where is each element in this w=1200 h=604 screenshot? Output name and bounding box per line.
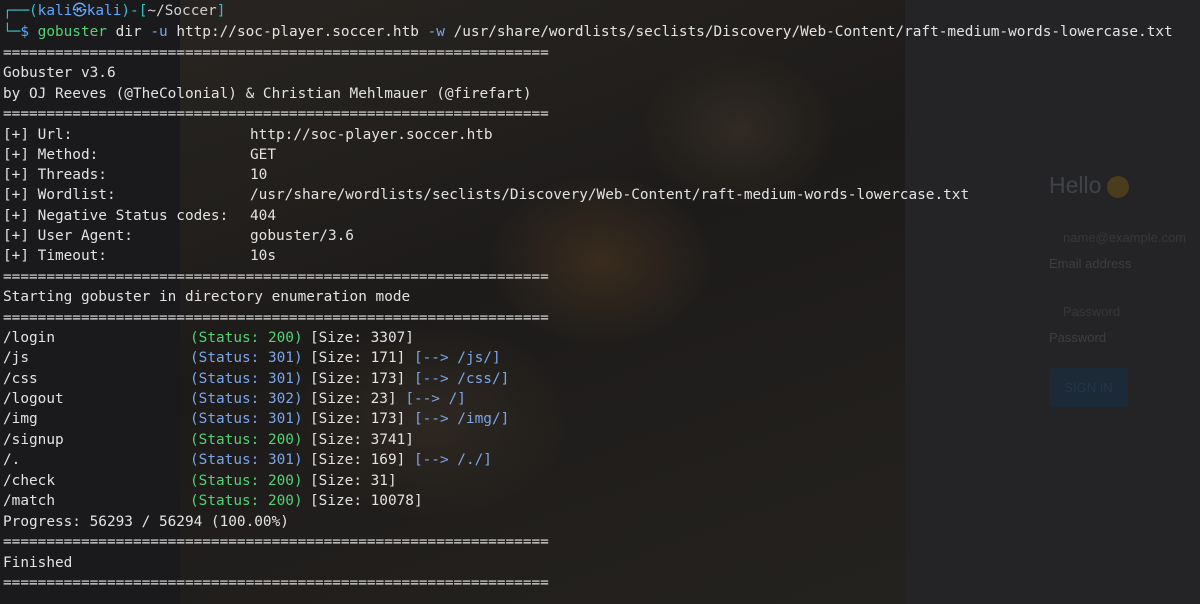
result-redirect: [--> /js/] xyxy=(413,350,501,366)
separator-line: ========================================… xyxy=(3,534,549,550)
result-path: /signup xyxy=(3,432,64,448)
result-status: (Status: 301) xyxy=(190,371,303,387)
result-path: /. xyxy=(3,452,21,468)
config-value: http://soc-player.soccer.htb xyxy=(250,127,493,143)
result-redirect: [--> /./] xyxy=(413,452,492,468)
result-row: /match (Status: 200) [Size: 10078] xyxy=(3,491,423,511)
config-row: [+] Method: GET xyxy=(3,145,276,165)
prompt-box-corner: ┌──( xyxy=(3,3,38,19)
config-value: GET xyxy=(250,147,276,163)
result-status: (Status: 200) xyxy=(190,473,303,489)
command-line: └─$ gobuster dir -u http://soc-player.so… xyxy=(3,22,1173,42)
config-key: [+] Wordlist: xyxy=(3,187,116,203)
result-status: (Status: 302) xyxy=(190,391,303,407)
config-row: [+] Threads: 10 xyxy=(3,165,267,185)
result-size: [Size: 169] [--> /./] xyxy=(310,452,492,468)
config-value: 10 xyxy=(250,167,268,183)
email-field[interactable]: name@example.com xyxy=(1063,230,1186,245)
config-key: [+] Negative Status codes: xyxy=(3,208,229,224)
result-path: /css xyxy=(3,371,38,387)
separator-line: ========================================… xyxy=(3,310,549,326)
result-status: (Status: 200) xyxy=(190,432,303,448)
skull-icon: ㉿ xyxy=(72,3,87,19)
flag-w: -w xyxy=(427,24,445,40)
banner-version: Gobuster v3.6 xyxy=(3,65,116,81)
result-row: /css (Status: 301) [Size: 173] [--> /css/] xyxy=(3,369,509,389)
password-field[interactable]: Password xyxy=(1063,304,1120,319)
config-value: gobuster/3.6 xyxy=(250,228,354,244)
progress-line: Progress: 56293 / 56294 (100.00%) xyxy=(3,514,289,530)
prompt-box-end: ] xyxy=(216,3,226,19)
result-path: /img xyxy=(3,411,38,427)
result-size: [Size: 173] [--> /css/] xyxy=(310,371,510,387)
command-subcommand: dir xyxy=(115,24,142,40)
result-status: (Status: 301) xyxy=(190,452,303,468)
result-status: (Status: 200) xyxy=(190,330,303,346)
banner-authors: by OJ Reeves (@TheColonial) & Christian … xyxy=(3,86,532,102)
config-value: 404 xyxy=(250,208,276,224)
password-label: Password xyxy=(1049,330,1107,345)
login-greeting: Hello xyxy=(1049,172,1130,199)
config-row: [+] Url: http://soc-player.soccer.htb xyxy=(3,125,493,145)
result-redirect: [--> /css/] xyxy=(413,371,510,387)
config-row: [+] User Agent: gobuster/3.6 xyxy=(3,226,354,246)
prompt-path: ~/Soccer xyxy=(147,3,217,19)
result-row: /login (Status: 200) [Size: 3307] xyxy=(3,328,414,348)
prompt-header: ┌──(kali㉿kali)-[~/Soccer] xyxy=(3,1,225,21)
result-path: /match xyxy=(3,493,55,509)
config-key: [+] Method: xyxy=(3,147,99,163)
background-login-panel: Hello name@example.com Email address Pas… xyxy=(905,0,1200,604)
result-status: (Status: 200) xyxy=(190,493,303,509)
prompt-box-mid: )-[ xyxy=(121,3,148,19)
flag-u: -u xyxy=(150,24,168,40)
command-wordlist: /usr/share/wordlists/seclists/Discovery/… xyxy=(453,24,1173,40)
result-row: /js (Status: 301) [Size: 171] [--> /js/] xyxy=(3,348,501,368)
prompt-host: kali xyxy=(86,3,122,19)
result-path: /login xyxy=(3,330,55,346)
separator-line: ========================================… xyxy=(3,269,549,285)
prompt-dollar: $ xyxy=(20,24,38,40)
config-key: [+] Timeout: xyxy=(3,248,107,264)
command-url: http://soc-player.soccer.htb xyxy=(176,24,419,40)
mode-line: Starting gobuster in directory enumerati… xyxy=(3,289,411,305)
result-path: /js xyxy=(3,350,29,366)
result-size: [Size: 23] [--> /] xyxy=(310,391,466,407)
login-greeting-text: Hello xyxy=(1049,172,1102,198)
result-row: /. (Status: 301) [Size: 169] [--> /./] xyxy=(3,450,492,470)
result-row: /img (Status: 301) [Size: 173] [--> /img/] xyxy=(3,409,509,429)
sign-in-button[interactable]: SIGN IN xyxy=(1049,368,1128,407)
result-redirect: [--> /] xyxy=(405,391,466,407)
result-status: (Status: 301) xyxy=(190,411,303,427)
config-row: [+] Wordlist: /usr/share/wordlists/seclis… xyxy=(3,185,969,205)
command-name: gobuster xyxy=(37,24,107,40)
result-size: [Size: 3741] xyxy=(310,432,414,448)
email-label: Email address xyxy=(1049,256,1132,271)
prompt-box-bottom: └─ xyxy=(3,24,21,40)
separator-line: ========================================… xyxy=(3,106,549,122)
result-size: [Size: 171] [--> /js/] xyxy=(310,350,501,366)
wave-hand-icon xyxy=(1107,175,1130,198)
result-row: /logout (Status: 302) [Size: 23] [--> /] xyxy=(3,389,466,409)
separator-line: ========================================… xyxy=(3,575,549,591)
result-status: (Status: 301) xyxy=(190,350,303,366)
separator-line: ========================================… xyxy=(3,45,549,61)
config-row: [+] Timeout: 10s xyxy=(3,246,276,266)
result-row: /signup (Status: 200) [Size: 3741] xyxy=(3,430,414,450)
result-path: /logout xyxy=(3,391,64,407)
prompt-user: kali xyxy=(37,3,73,19)
config-key: [+] User Agent: xyxy=(3,228,133,244)
result-size: [Size: 31] xyxy=(310,473,397,489)
result-size: [Size: 10078] xyxy=(310,493,423,509)
config-key: [+] Threads: xyxy=(3,167,107,183)
result-size: [Size: 3307] xyxy=(310,330,414,346)
finished-line: Finished xyxy=(3,555,73,571)
result-redirect: [--> /img/] xyxy=(413,411,510,427)
result-size: [Size: 173] [--> /img/] xyxy=(310,411,510,427)
config-key: [+] Url: xyxy=(3,127,73,143)
result-row: /check (Status: 200) [Size: 31] xyxy=(3,471,397,491)
config-row: [+] Negative Status codes: 404 xyxy=(3,206,276,226)
config-value: 10s xyxy=(250,248,276,264)
config-value: /usr/share/wordlists/seclists/Discovery/… xyxy=(250,187,970,203)
result-path: /check xyxy=(3,473,55,489)
